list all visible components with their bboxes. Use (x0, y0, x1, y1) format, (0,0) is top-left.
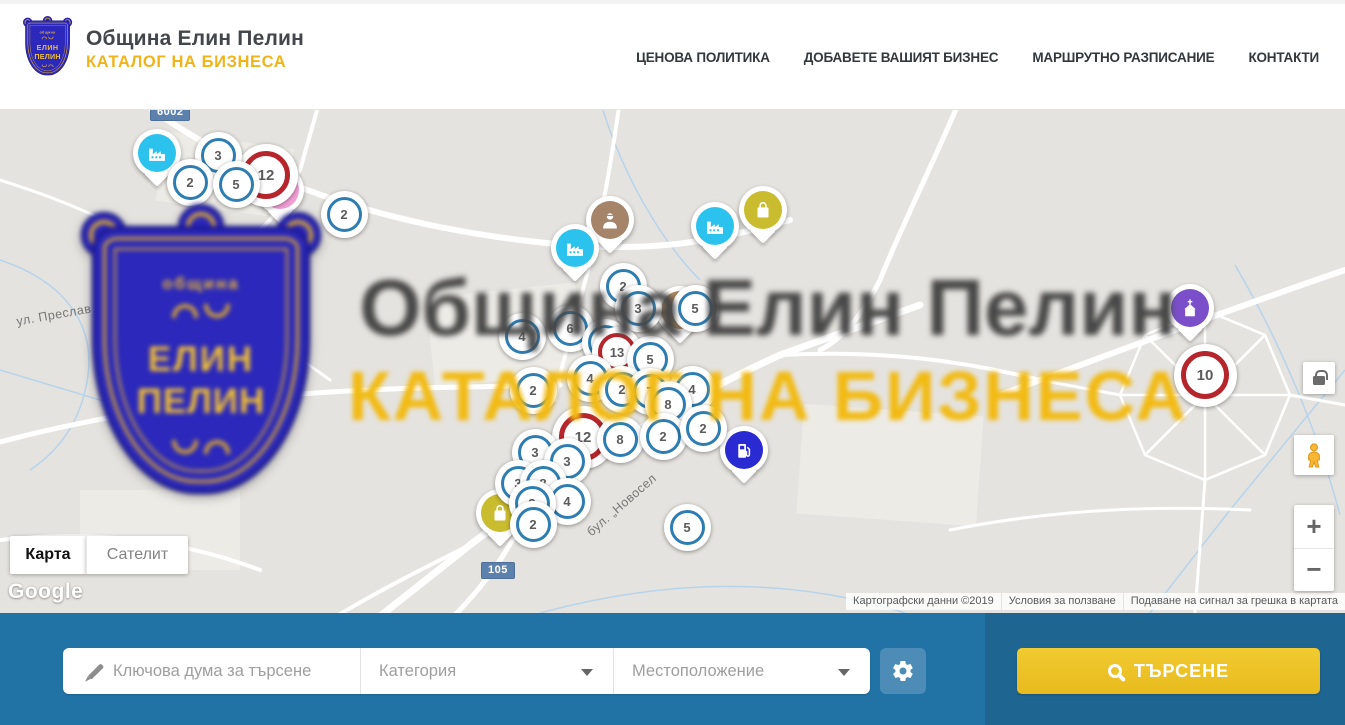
advanced-settings-button[interactable] (880, 648, 926, 694)
map-attribution: Картографски данни ©2019Условия за ползв… (846, 593, 1345, 610)
cluster-count: 5 (670, 510, 705, 545)
map-cluster-marker[interactable]: 2 (510, 501, 557, 548)
search-field-group: Категория Местоположение (63, 648, 870, 694)
chevron-down-icon (838, 669, 850, 676)
nav-item-add-business[interactable]: ДОБАВЕТЕ ВАШИЯТ БИЗНЕС (804, 50, 999, 65)
map-cluster-marker[interactable]: 4 (499, 313, 546, 360)
zoom-out-button[interactable]: − (1294, 549, 1334, 592)
header: община ЕЛИН ПЕЛИН Община Елин Пелин КАТА… (0, 4, 1345, 110)
search-button[interactable]: ТЪРСЕНЕ (1017, 648, 1320, 694)
chevron-down-icon (581, 669, 593, 676)
search-icon (1108, 664, 1122, 678)
map-cluster-marker[interactable]: 2 (167, 159, 214, 206)
municipality-crest-icon: община ЕЛИН ПЕЛИН (24, 18, 72, 80)
pegman-icon (1301, 442, 1327, 468)
cluster-count: 2 (327, 197, 362, 232)
fuel-icon (725, 431, 763, 469)
cluster-count: 5 (678, 291, 713, 326)
map-cluster-marker[interactable]: 2 (680, 405, 727, 452)
keyword-section (63, 648, 360, 694)
cluster-count: 3 (621, 291, 656, 326)
map-pin-fuel[interactable] (720, 426, 768, 474)
cluster-count: 2 (686, 411, 721, 446)
cluster-count: 5 (219, 167, 254, 202)
map-type-map-button[interactable]: Карта (10, 536, 86, 574)
search-bar: Категория Местоположение ТЪРСЕНЕ (0, 613, 1345, 725)
category-select[interactable]: Категория (360, 648, 613, 694)
cluster-count: 4 (505, 319, 540, 354)
factory-icon (138, 134, 176, 172)
road-badge: 6002 (150, 110, 190, 121)
lock-icon (1313, 376, 1325, 385)
map-type-controls: Карта Сателит (10, 536, 188, 574)
site-title: Община Елин Пелин (86, 27, 304, 51)
cluster-count: 2 (516, 507, 551, 542)
map-cluster-marker[interactable]: 2 (510, 367, 557, 414)
site-logo[interactable]: община ЕЛИН ПЕЛИН Община Елин Пелин КАТА… (24, 18, 304, 80)
nav-item-transport-schedule[interactable]: МАРШРУТНО РАЗПИСАНИЕ (1032, 50, 1214, 65)
map-pin-bag[interactable] (739, 186, 787, 234)
pegman-button[interactable] (1294, 435, 1334, 475)
pencil-icon (83, 660, 113, 682)
cluster-count: 10 (1181, 351, 1229, 399)
main-nav: ЦЕНОВА ПОЛИТИКА ДОБАВЕТЕ ВАШИЯТ БИЗНЕС МАР… (636, 4, 1319, 110)
site-tagline: КАТАЛОГ НА БИЗНЕСА (86, 53, 304, 72)
search-button-label: ТЪРСЕНЕ (1134, 661, 1229, 682)
worker-icon (591, 201, 629, 239)
map-cluster-marker[interactable]: 2 (321, 191, 368, 238)
nav-item-pricing[interactable]: ЦЕНОВА ПОЛИТИКА (636, 50, 770, 65)
attribution-data-copyright: Картографски данни ©2019 (846, 593, 1001, 610)
attribution-terms[interactable]: Условия за ползване (1002, 593, 1123, 610)
map-canvas[interactable]: ул. Преславбул. „Новоселци" 6002105 1232… (0, 110, 1345, 613)
road-badge: 105 (481, 562, 515, 579)
factory-icon (556, 229, 594, 267)
search-input[interactable] (113, 662, 360, 681)
location-select[interactable]: Местоположение (613, 648, 870, 694)
map-cluster-marker[interactable]: 2 (640, 413, 687, 460)
map-cluster-marker[interactable]: 5 (213, 161, 260, 208)
map-cluster-marker[interactable]: 5 (664, 504, 711, 551)
bag-icon (744, 191, 782, 229)
category-select-label: Категория (379, 662, 456, 681)
attribution-report-error[interactable]: Подаване на сигнал за грешка в картата (1124, 593, 1345, 610)
map-type-satellite-button[interactable]: Сателит (86, 536, 188, 574)
cluster-count: 2 (646, 419, 681, 454)
location-select-label: Местоположение (632, 662, 764, 681)
zoom-control: + − (1294, 505, 1334, 591)
map-pin-factory[interactable] (691, 202, 739, 250)
zoom-in-button[interactable]: + (1294, 505, 1334, 549)
cluster-count: 8 (603, 422, 638, 457)
map-cluster-marker[interactable]: 8 (597, 416, 644, 463)
map-cluster-marker[interactable]: 10 (1174, 344, 1237, 407)
street-view-lock-button[interactable] (1303, 362, 1335, 394)
cluster-count: 2 (173, 165, 208, 200)
gear-icon (891, 659, 915, 683)
map-pin-church[interactable] (1166, 284, 1214, 332)
cluster-count: 2 (516, 373, 551, 408)
google-logo[interactable]: Google (8, 580, 83, 604)
map-cluster-marker[interactable]: 5 (672, 285, 719, 332)
map-pin-factory[interactable] (551, 224, 599, 272)
factory-icon (696, 207, 734, 245)
nav-item-contacts[interactable]: КОНТАКТИ (1248, 50, 1319, 65)
church-icon (1171, 289, 1209, 327)
